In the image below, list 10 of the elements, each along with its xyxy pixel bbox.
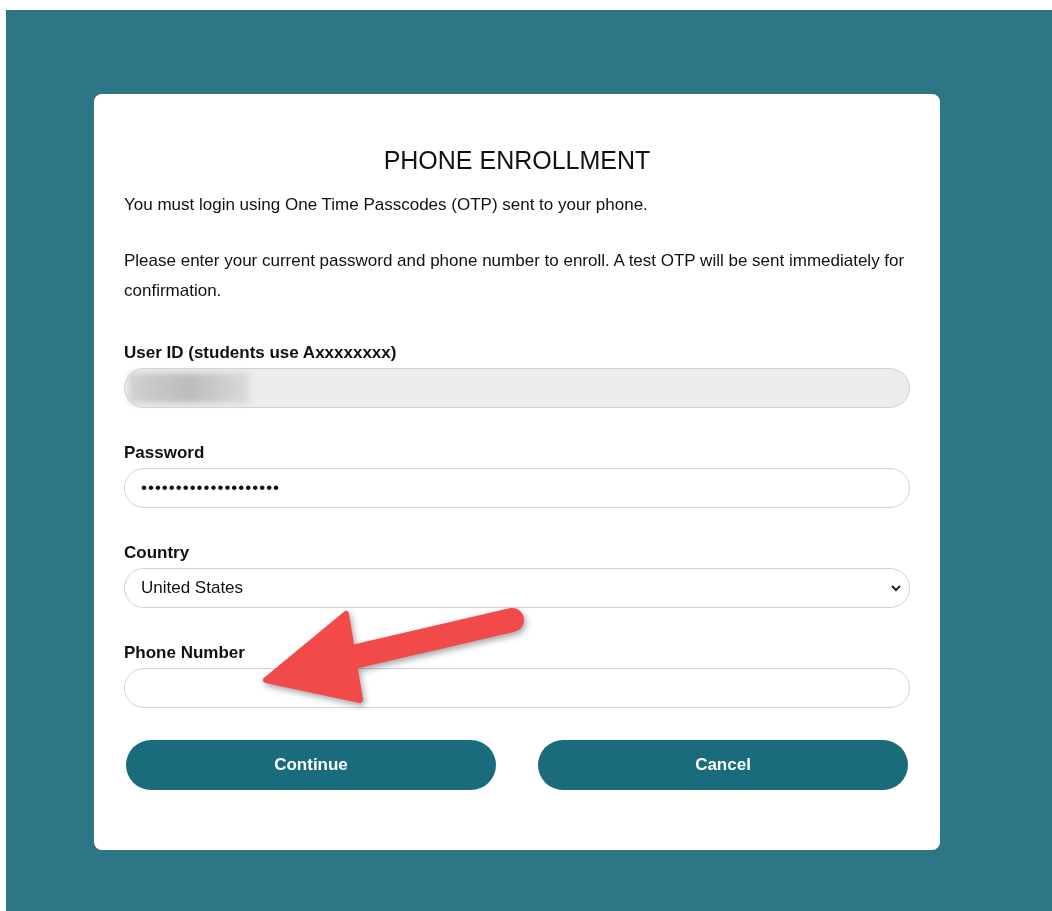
field-label: User ID (students use Axxxxxxxx) [124, 342, 398, 364]
intro-text: You must login using One Time Passcodes (OTP) sent to your phone. [124, 194, 649, 216]
field-label: Phone Number [124, 642, 246, 664]
caret-icon [891, 584, 901, 592]
continue-button[interactable]: Continue [126, 740, 496, 790]
field-label: Password [124, 442, 206, 464]
form-title: PHONE ENROLLMENT [382, 145, 652, 176]
field-label: Country [124, 542, 191, 564]
instructions-text: Please enter your current password and phone number to enroll. A test OTP will be sent immediately for confirmation. [124, 250, 906, 302]
cancel-button[interactable]: Cancel [538, 740, 908, 790]
